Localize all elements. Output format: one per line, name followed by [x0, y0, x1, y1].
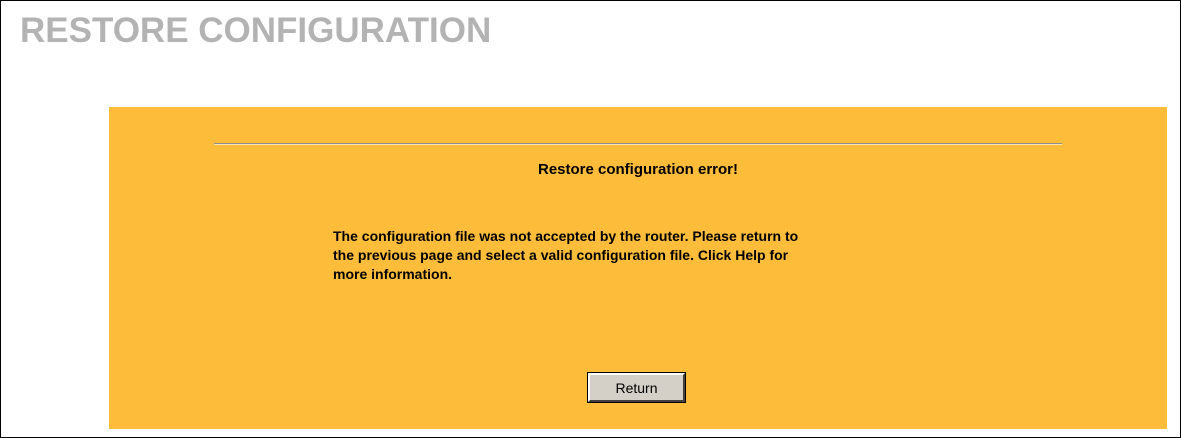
page-frame: RESTORE CONFIGURATION Restore configurat…: [0, 0, 1181, 438]
return-button[interactable]: Return: [587, 372, 686, 403]
error-heading: Restore configuration error!: [537, 161, 739, 178]
divider-line: [214, 143, 1062, 145]
error-message-line: more information.: [333, 266, 453, 282]
error-message-line: the previous page and select a valid con…: [333, 247, 789, 263]
error-message-line: The configuration file was not accepted …: [333, 228, 799, 244]
page-title: RESTORE CONFIGURATION: [20, 11, 492, 50]
error-message: The configuration file was not accepted …: [333, 227, 1053, 284]
error-panel: Restore configuration error! The configu…: [109, 107, 1167, 429]
